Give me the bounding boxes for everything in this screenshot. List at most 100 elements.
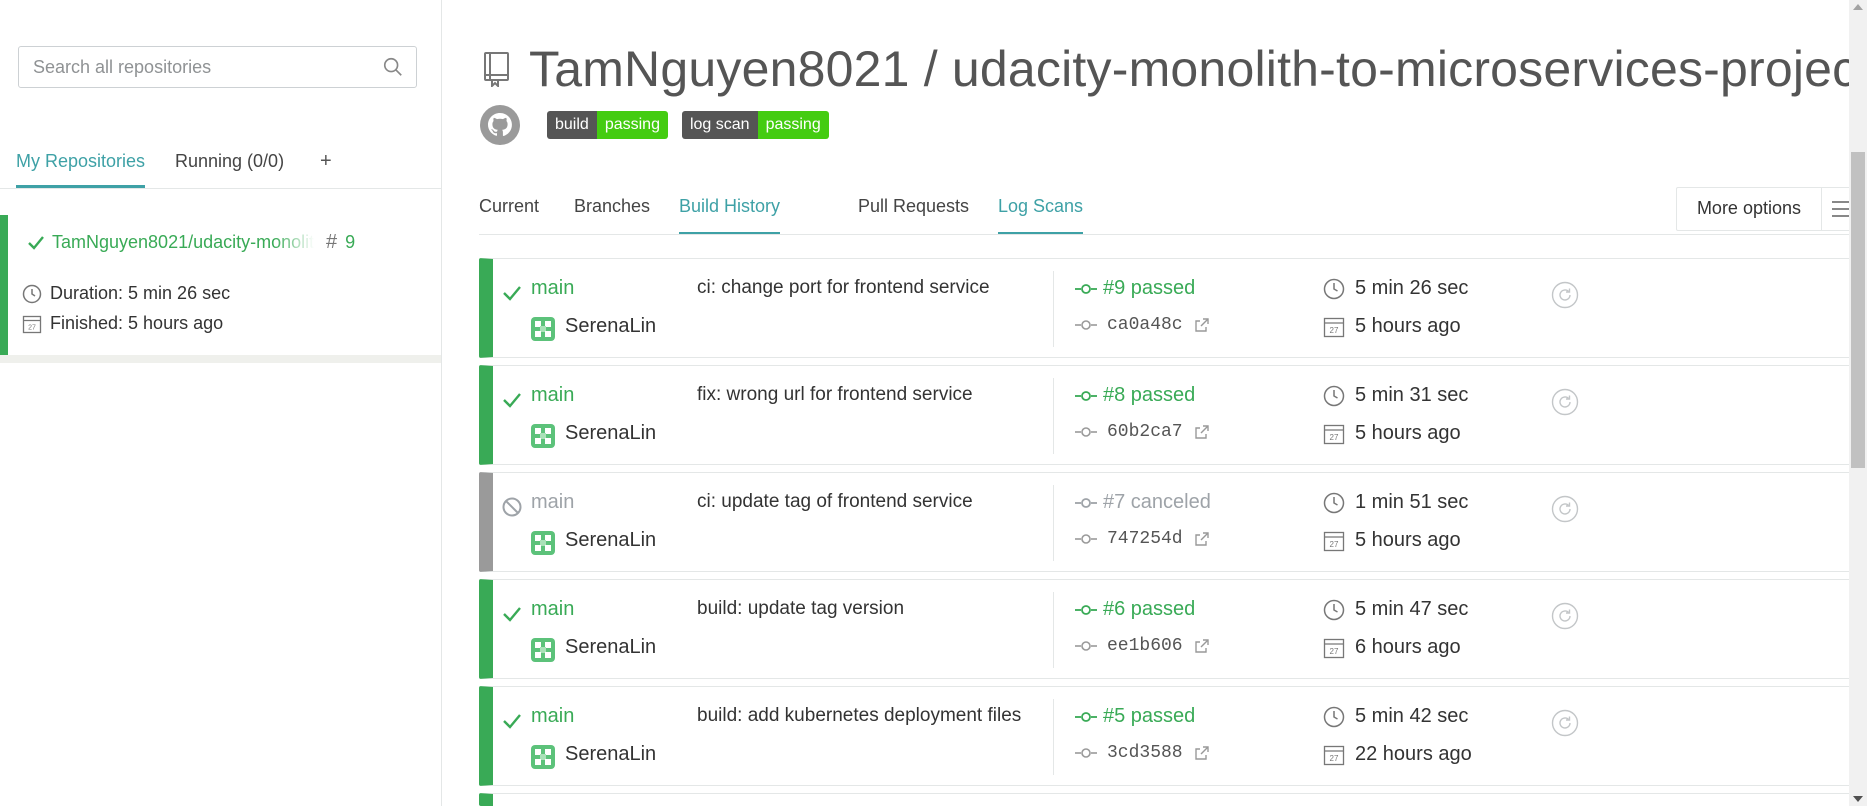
tab-log-scans[interactable]: Log Scans <box>998 196 1084 234</box>
calendar-icon: 27 <box>1323 638 1345 658</box>
build-status-text: #6 passed <box>1103 598 1196 620</box>
more-options-dropdown[interactable]: More options <box>1675 187 1867 231</box>
build-status[interactable]: #8 passed <box>1075 384 1195 407</box>
svg-text:27: 27 <box>1330 326 1339 335</box>
passed-check-icon <box>503 286 521 301</box>
commit-icon <box>1075 534 1097 544</box>
add-repository-button[interactable]: + <box>320 140 332 188</box>
build-status[interactable]: #9 passed <box>1075 277 1195 300</box>
commit-sha[interactable]: ee1b606 <box>1075 636 1209 656</box>
tab-my-repositories[interactable]: My Repositories <box>16 140 146 188</box>
commit-icon <box>1075 748 1097 758</box>
author-name: SerenaLin <box>565 529 657 551</box>
search-box[interactable] <box>18 46 417 88</box>
external-link-icon[interactable] <box>1194 746 1209 760</box>
commit-sha[interactable]: ca0a48c <box>1075 315 1209 335</box>
commit-message[interactable]: build: add kubernetes deployment files <box>697 705 1021 727</box>
scrollbar-thumb[interactable] <box>1851 152 1865 468</box>
restart-icon[interactable] <box>1551 495 1579 523</box>
commit-sha[interactable]: 60b2ca7 <box>1075 422 1209 442</box>
restart-icon[interactable] <box>1551 388 1579 416</box>
calendar-icon: 27 <box>22 315 42 333</box>
sidebar: My Repositories Running (0/0) + TamNguye… <box>0 0 442 806</box>
tab-current[interactable]: Current <box>479 196 539 234</box>
row-divider <box>1053 485 1054 561</box>
tab-build-history[interactable]: Build History <box>679 196 781 234</box>
tab-running[interactable]: Running (0/0) <box>175 140 284 188</box>
commit-sha-text: 747254d <box>1107 529 1183 549</box>
page-scrollbar[interactable] <box>1849 0 1867 806</box>
external-link-icon[interactable] <box>1194 425 1209 439</box>
build-status[interactable]: #6 passed <box>1075 598 1195 621</box>
sidebar-repo-name[interactable]: TamNguyen8021/udacity-monolith-to-micros… <box>52 232 314 253</box>
author-name: SerenaLin <box>565 636 657 658</box>
external-link-icon[interactable] <box>1194 318 1209 332</box>
passed-check-icon <box>503 607 521 622</box>
svg-text:27: 27 <box>1330 754 1339 763</box>
avatar-icon <box>531 531 555 555</box>
external-link-icon[interactable] <box>1194 639 1209 653</box>
build-row[interactable]: main SerenaLin ci: update tag of fronten… <box>479 472 1865 572</box>
scroll-up-arrow[interactable] <box>1853 4 1863 10</box>
clock-icon <box>1323 385 1345 406</box>
search-input[interactable] <box>31 55 382 79</box>
commit-sha[interactable]: 747254d <box>1075 529 1209 549</box>
build-row[interactable]: main SerenaLin build: add kubernetes dep… <box>479 686 1865 786</box>
sidebar-duration: Duration: 5 min 26 sec <box>22 283 230 304</box>
build-row[interactable]: main SerenaLin build: update tag version… <box>479 579 1865 679</box>
commit-message[interactable]: build: update tag version <box>697 598 904 620</box>
build-row-partial[interactable] <box>479 793 1865 806</box>
build-status-text: #8 passed <box>1103 384 1196 406</box>
external-link-icon[interactable] <box>1194 532 1209 546</box>
page-title: TamNguyen8021 / udacity-monolith-to-micr… <box>529 41 1867 97</box>
sidebar-duration-text: Duration: 5 min 26 sec <box>50 283 231 303</box>
duration-text: 1 min 51 sec <box>1355 491 1469 513</box>
branch-name[interactable]: main <box>531 384 574 407</box>
duration-text: 5 min 26 sec <box>1355 277 1469 299</box>
branch-name[interactable]: main <box>531 491 574 514</box>
commit-icon <box>1075 497 1097 508</box>
row-divider <box>1053 271 1054 347</box>
branch-name[interactable]: main <box>531 598 574 621</box>
tab-pull-requests[interactable]: Pull Requests <box>858 196 969 234</box>
row-divider <box>1053 592 1054 668</box>
check-icon <box>28 235 44 250</box>
sidebar-finished: 27 Finished: 5 hours ago <box>22 313 223 334</box>
passed-check-icon <box>503 393 521 408</box>
commit-message[interactable]: ci: change port for frontend service <box>697 277 990 299</box>
restart-icon[interactable] <box>1551 709 1579 737</box>
sidebar-repo-item[interactable]: TamNguyen8021/udacity-monolith-to-micros… <box>0 215 441 355</box>
build-status[interactable]: #5 passed <box>1075 705 1195 728</box>
build-row[interactable]: main SerenaLin fix: wrong url for fronte… <box>479 365 1865 465</box>
clock-icon <box>1323 599 1345 620</box>
commit-message[interactable]: ci: update tag of frontend service <box>697 491 973 513</box>
svg-text:27: 27 <box>28 324 36 331</box>
build-row[interactable]: main SerenaLin ci: change port for front… <box>479 258 1865 358</box>
branch-name[interactable]: main <box>531 277 574 300</box>
restart-icon[interactable] <box>1551 602 1579 630</box>
build-duration: 5 min 42 sec <box>1323 705 1468 728</box>
scroll-down-arrow[interactable] <box>1853 796 1863 802</box>
row-divider <box>1053 378 1054 454</box>
commit-sha[interactable]: 3cd3588 <box>1075 743 1209 763</box>
branch-name[interactable]: main <box>531 705 574 728</box>
commit-message[interactable]: fix: wrong url for frontend service <box>697 384 973 406</box>
repo-header: TamNguyen8021 / udacity-monolith-to-micr… <box>481 40 1867 98</box>
more-options-button[interactable]: More options <box>1677 188 1822 230</box>
commit-icon <box>1075 390 1097 401</box>
restart-icon[interactable] <box>1551 281 1579 309</box>
sidebar-build-number[interactable]: 9 <box>345 232 355 253</box>
tab-branches[interactable]: Branches <box>574 196 650 234</box>
search-icon[interactable] <box>382 56 404 78</box>
build-status[interactable]: #7 canceled <box>1075 491 1211 514</box>
calendar-icon: 27 <box>1323 745 1345 765</box>
commit-icon <box>1075 283 1097 294</box>
commit-icon <box>1075 641 1097 651</box>
build-status-badge[interactable]: build passing <box>547 111 668 139</box>
build-duration: 5 min 26 sec <box>1323 277 1468 300</box>
log-scan-badge[interactable]: log scan passing <box>681 111 829 139</box>
github-icon[interactable] <box>479 104 521 146</box>
build-duration: 5 min 31 sec <box>1323 384 1468 407</box>
finished-text: 5 hours ago <box>1355 315 1461 337</box>
avatar-icon <box>531 638 555 662</box>
